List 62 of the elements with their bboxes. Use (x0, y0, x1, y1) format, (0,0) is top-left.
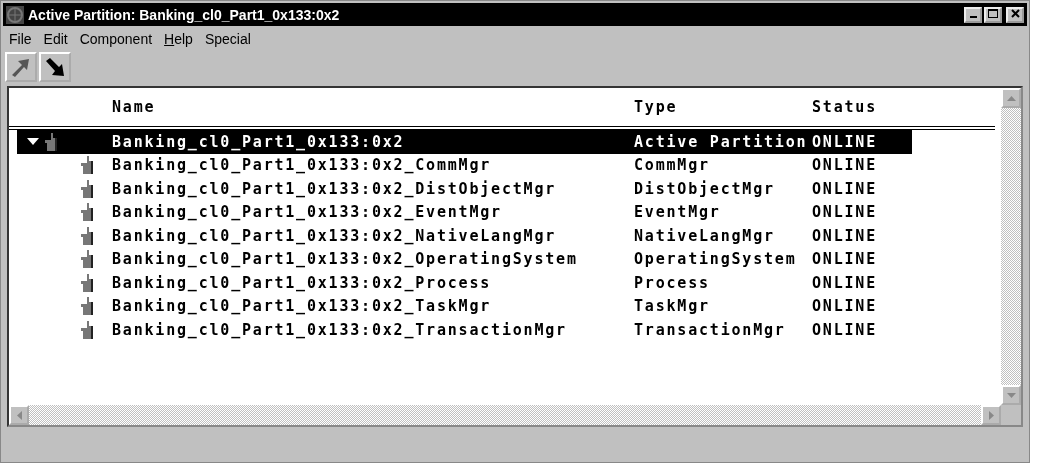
component-icon (81, 203, 95, 222)
component-icon (45, 132, 59, 151)
name-cell-text: Banking_cl0_Part1_0x133:0x2_NativeLangMgr (112, 226, 558, 245)
name-cell-text: Banking_cl0_Part1_0x133:0x2_OperatingSystem (112, 250, 579, 269)
toolbar-button[interactable] (39, 52, 71, 82)
scrollbar-corner (1001, 405, 1021, 425)
type-cell-text: TaskMgr (634, 297, 711, 316)
menu-item[interactable]: Edit (43, 31, 68, 47)
status-cell-text: ONLINE (812, 132, 878, 151)
close-button[interactable] (1006, 6, 1024, 23)
menu-item[interactable]: Special (204, 31, 251, 47)
minimize-icon (969, 16, 977, 18)
status-cell-text: ONLINE (812, 179, 878, 198)
name-cell-text: Banking_cl0_Part1_0x133:0x2_Process (112, 273, 493, 292)
name-cell-text: Banking_cl0_Part1_0x133:0x2_TaskMgr (112, 297, 493, 316)
status-cell-text: ONLINE (812, 226, 878, 245)
app-icon (6, 5, 24, 24)
type-cell-text: Active Partition (634, 132, 809, 151)
selected-row-highlight[interactable]: Banking_cl0_Part1_0x133:0x2 Active Partition ONLINE (17, 130, 912, 154)
component-icon (81, 156, 95, 175)
component-icon (81, 273, 95, 292)
name-cell-text: Banking_cl0_Part1_0x133:0x2_DistObjectMgr (112, 179, 558, 198)
maximize-icon (988, 8, 998, 19)
status-cell-text: ONLINE (812, 156, 878, 175)
status-cell-text: ONLINE (812, 297, 878, 316)
scroll-up-icon (1006, 95, 1016, 101)
minimize-button[interactable] (964, 6, 982, 23)
status-cell-text: ONLINE (812, 273, 878, 292)
vertical-scrollbar[interactable] (1001, 88, 1021, 405)
component-icon (81, 250, 95, 269)
type-cell-text: NativeLangMgr (634, 226, 776, 245)
horizontal-scrollbar[interactable] (9, 405, 1001, 425)
component-icon (81, 179, 95, 198)
component-icon (81, 297, 95, 316)
type-cell-text: OperatingSystem (634, 250, 798, 269)
menu-item[interactable]: Help (164, 31, 193, 47)
status-cell-text: ONLINE (812, 320, 878, 339)
column-header[interactable]: Type (634, 98, 812, 116)
name-cell-text: Banking_cl0_Part1_0x133:0x2 (112, 132, 406, 151)
window-title: Active Partition: Banking_cl0_Part1_0x133:0x2 (28, 6, 341, 23)
name-cell-text: Banking_cl0_Part1_0x133:0x2_CommMgr (112, 156, 493, 175)
type-cell-text: CommMgr (634, 156, 711, 175)
component-icon (81, 320, 95, 339)
close-icon (1010, 9, 1020, 18)
status-cell-text: ONLINE (812, 203, 878, 222)
scroll-right-icon (988, 410, 994, 420)
column-header[interactable]: Name (112, 98, 634, 116)
type-cell-text: DistObjectMgr (634, 179, 776, 198)
name-cell-text: Banking_cl0_Part1_0x133:0x2_EventMgr (112, 203, 503, 222)
maximize-button[interactable] (984, 6, 1002, 23)
menu-item[interactable]: Component (79, 31, 153, 47)
column-header[interactable]: Status (812, 98, 912, 116)
component-icon (81, 226, 95, 245)
toolbar-button[interactable] (5, 52, 37, 82)
type-cell-text: TransactionMgr (634, 320, 787, 339)
status-cell-text: ONLINE (812, 250, 878, 269)
type-cell-text: EventMgr (634, 203, 722, 222)
scroll-left-icon (16, 410, 22, 420)
scroll-down-icon (1006, 392, 1016, 398)
name-cell-text: Banking_cl0_Part1_0x133:0x2_TransactionMgr (112, 320, 568, 339)
type-cell-text: Process (634, 273, 711, 292)
menu-item[interactable]: File (9, 31, 32, 47)
